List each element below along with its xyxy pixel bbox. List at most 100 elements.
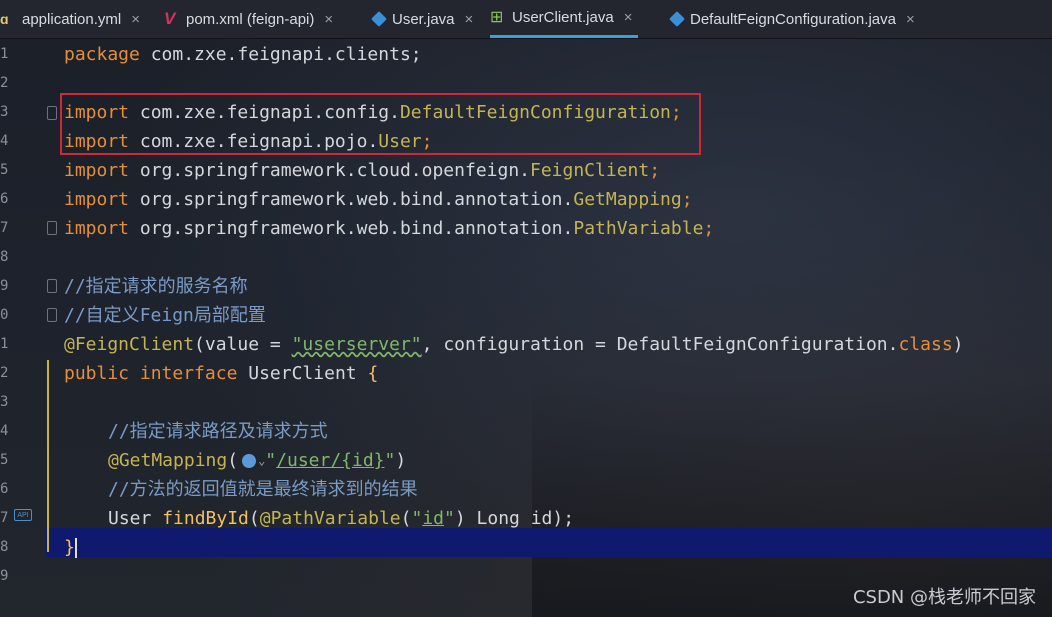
tab-label: pom.xml (feign-api) bbox=[186, 10, 315, 28]
code-text: ( bbox=[248, 508, 260, 529]
keyword: import bbox=[64, 160, 130, 181]
java-class-icon bbox=[669, 11, 685, 27]
import-package: org.springframework.cloud.openfeign. bbox=[129, 160, 530, 181]
line-number: 2 bbox=[0, 365, 9, 381]
code-line-16: //方法的返回值就是最终请求到的结果 bbox=[108, 475, 418, 504]
keyword: class bbox=[898, 334, 953, 355]
close-icon[interactable]: × bbox=[324, 11, 333, 28]
tab-label: application.yml bbox=[22, 10, 122, 28]
import-class: PathVariable bbox=[573, 218, 704, 239]
line-number: 7 bbox=[0, 220, 9, 236]
close-icon[interactable]: × bbox=[624, 9, 633, 26]
code-text: ) Long id); bbox=[454, 508, 575, 529]
tab-label: DefaultFeignConfiguration.java bbox=[690, 10, 896, 28]
semicolon: ; bbox=[681, 189, 693, 210]
string-quote: " bbox=[265, 450, 277, 471]
line-number: 9 bbox=[0, 568, 9, 584]
close-icon[interactable]: × bbox=[465, 11, 474, 28]
highlight-box bbox=[60, 93, 701, 155]
tab-user-java[interactable]: User.java × bbox=[371, 0, 474, 38]
fold-marker-icon[interactable] bbox=[47, 279, 57, 293]
code-text: (value = bbox=[194, 334, 292, 355]
string-literal: "userserver" bbox=[291, 334, 422, 355]
close-icon[interactable]: × bbox=[131, 11, 140, 28]
keyword: public bbox=[64, 363, 130, 384]
interface-name: UserClient bbox=[237, 363, 368, 384]
keyword: import bbox=[64, 218, 130, 239]
tab-application-yml[interactable]: ɑ application.yml × bbox=[0, 0, 140, 38]
code-line-6: import org.springframework.web.bind.anno… bbox=[64, 185, 693, 214]
semicolon: ; bbox=[649, 160, 661, 181]
fold-marker-icon[interactable] bbox=[47, 308, 57, 322]
semicolon: ; bbox=[703, 218, 715, 239]
code-line-15: @GetMapping(⌄"/user/{id}") bbox=[108, 446, 406, 475]
line-number: 7 bbox=[0, 510, 9, 526]
line-number: 4 bbox=[0, 133, 9, 149]
maven-file-icon: V bbox=[164, 9, 176, 28]
line-number: 6 bbox=[0, 481, 9, 497]
code-comment: //指定请求路径及请求方式 bbox=[108, 421, 328, 442]
api-endpoint-icon[interactable]: API bbox=[14, 509, 32, 521]
code-comment: //指定请求的服务名称 bbox=[64, 276, 248, 297]
yaml-file-icon: ɑ bbox=[0, 11, 9, 27]
line-number: 1 bbox=[0, 336, 9, 352]
java-interface-icon: ⊞ bbox=[490, 8, 504, 26]
code-line-9: //指定请求的服务名称 bbox=[64, 272, 248, 301]
import-class: GetMapping bbox=[573, 189, 682, 210]
fold-marker-icon[interactable] bbox=[47, 221, 57, 235]
code-line-7: import org.springframework.web.bind.anno… bbox=[64, 214, 714, 243]
string-quote: " bbox=[444, 508, 455, 529]
code-line-18: } bbox=[64, 533, 77, 562]
keyword: package bbox=[64, 44, 140, 65]
keyword: interface bbox=[129, 363, 238, 384]
line-number: 8 bbox=[0, 539, 9, 555]
annotation: @FeignClient bbox=[64, 334, 195, 355]
code-line-14: //指定请求路径及请求方式 bbox=[108, 417, 328, 446]
fold-marker-icon[interactable] bbox=[47, 106, 57, 120]
code-line-17: User findById(@PathVariable("id") Long i… bbox=[108, 504, 574, 533]
package-name: com.zxe.feignapi.clients; bbox=[139, 44, 422, 65]
code-line-12: public interface UserClient { bbox=[64, 359, 378, 388]
keyword: import bbox=[64, 189, 130, 210]
tab-userclient-java[interactable]: ⊞ UserClient.java × bbox=[490, 0, 639, 38]
tab-pom-xml[interactable]: V pom.xml (feign-api) × bbox=[164, 0, 333, 38]
code-line-10: //自定义Feign局部配置 bbox=[64, 301, 266, 330]
globe-icon[interactable] bbox=[242, 454, 257, 468]
tab-defaultfeignconfiguration-java[interactable]: DefaultFeignConfiguration.java × bbox=[669, 0, 915, 38]
import-package: org.springframework.web.bind.annotation. bbox=[129, 189, 574, 210]
code-comment: //自定义 bbox=[64, 305, 140, 326]
code-line-11: @FeignClient(value = "userserver", confi… bbox=[64, 330, 964, 359]
line-number: 6 bbox=[0, 191, 9, 207]
line-number: 4 bbox=[0, 423, 9, 439]
path-variable-link[interactable]: id bbox=[422, 508, 444, 529]
line-number: 0 bbox=[0, 307, 9, 323]
code-text: ) bbox=[952, 334, 964, 355]
brace: } bbox=[64, 537, 75, 558]
tab-label: UserClient.java bbox=[512, 9, 614, 26]
code-comment: //方法的返回值就是最终请求到的结果 bbox=[108, 479, 418, 500]
line-number: 2 bbox=[0, 75, 9, 91]
line-number: 5 bbox=[0, 452, 9, 468]
line-number-gutter: 1 2 3 4 5 6 7 8 9 0 1 2 3 4 5 6 7 8 9 AP… bbox=[0, 38, 46, 617]
watermark: CSDN @栈老师不回家 bbox=[852, 587, 1036, 608]
tab-label: User.java bbox=[392, 10, 455, 28]
editor-tab-bar: ɑ application.yml × V pom.xml (feign-api… bbox=[0, 0, 1052, 39]
code-comment: 局部配置 bbox=[193, 305, 266, 326]
code-text: , configuration = DefaultFeignConfigurat… bbox=[421, 334, 899, 355]
code-text: ( bbox=[227, 450, 239, 471]
line-number: 8 bbox=[0, 249, 9, 265]
import-class: FeignClient bbox=[530, 160, 650, 181]
code-text: ) bbox=[395, 450, 407, 471]
annotation: @GetMapping bbox=[108, 450, 228, 471]
annotation: @PathVariable bbox=[259, 508, 401, 529]
code-line-5: import org.springframework.cloud.openfei… bbox=[64, 156, 660, 185]
line-number: 5 bbox=[0, 162, 9, 178]
close-icon[interactable]: × bbox=[906, 11, 915, 28]
code-line-1: package com.zxe.feignapi.clients; bbox=[64, 40, 422, 69]
scope-indent-guide bbox=[47, 360, 49, 552]
java-class-icon bbox=[371, 11, 387, 27]
url-path-link[interactable]: /user/{id} bbox=[276, 450, 384, 471]
line-number: 1 bbox=[0, 46, 9, 62]
line-number: 3 bbox=[0, 104, 9, 120]
return-type: User bbox=[108, 508, 163, 529]
